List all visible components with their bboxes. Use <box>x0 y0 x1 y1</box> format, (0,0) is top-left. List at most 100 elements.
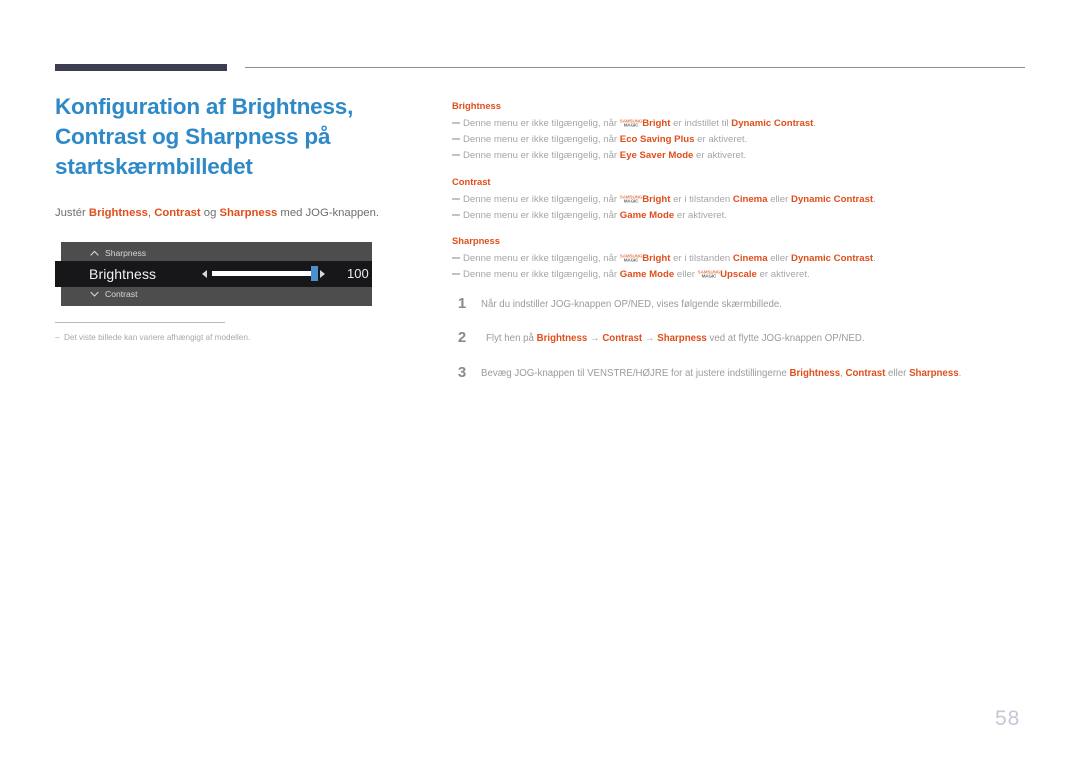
step-1-text: Når du indstiller JOG-knappen OP/NED, vi… <box>481 298 782 312</box>
logo-line-2: MAGIC <box>623 122 639 128</box>
note-sharpness-1: Denne menu er ikke tilgængelig, når SAMS… <box>452 252 1032 265</box>
header-rule-thick <box>55 64 227 71</box>
note-term: Cinema <box>732 253 768 265</box>
step-3-number: 3 <box>457 363 467 381</box>
page-number: 58 <box>995 707 1021 730</box>
section-brightness-heading: Brightness <box>452 100 501 111</box>
step-text-part: eller <box>885 367 910 379</box>
note-brightness-1: Denne menu er ikke tilgængelig, når SAMS… <box>452 117 1032 130</box>
note-term: Eco Saving Plus <box>619 134 695 146</box>
footnote-dash: ‒ <box>55 333 60 342</box>
note-text: Denne menu er ikke tilgængelig, når <box>463 150 620 162</box>
step-text-part: → <box>587 333 603 345</box>
samsung-magic-logo-icon: SAMSUNG MAGIC <box>620 119 643 128</box>
osd-row-contrast[interactable]: Contrast <box>55 285 366 304</box>
note-text: er aktiveret. <box>674 209 727 221</box>
osd-selected-label: Brightness <box>89 265 157 282</box>
step-text-part: Når du indstiller JOG-knappen OP/NED, vi… <box>481 298 782 310</box>
step-3: 3 Bevæg JOG-knappen til VENSTRE/HØJRE fo… <box>452 363 1032 381</box>
chevron-up-icon <box>88 250 100 256</box>
note-brightness-2: Denne menu er ikke tilgængelig, når Eco … <box>452 133 1032 146</box>
note-text: Denne menu er ikke tilgængelig, når <box>463 118 620 129</box>
intro-pre: Justér <box>55 206 89 219</box>
step-2-text: Flyt hen på Brightness → Contrast → Shar… <box>486 332 865 346</box>
note-text: Denne menu er ikke tilgængelig, når <box>463 209 620 221</box>
osd-row-brightness-selected[interactable]: Brightness 100 <box>55 260 372 287</box>
footnote-text: Det viste billede kan variere afhængigt … <box>64 333 251 342</box>
step-1: 1 Når du indstiller JOG-knappen OP/NED, … <box>452 294 1032 312</box>
right-column: Brightness Denne menu er ikke tilgængeli… <box>452 100 1032 401</box>
note-sharpness-2: Denne menu er ikke tilgængelig, når Game… <box>452 268 1032 281</box>
logo-line-2: MAGIC <box>701 273 717 279</box>
note-text: er indstillet til <box>670 118 732 129</box>
note-term: Eye Saver Mode <box>619 150 694 162</box>
note-text: er aktiveret. <box>693 150 747 162</box>
step-term: Sharpness <box>909 367 959 379</box>
logo-line-2: MAGIC <box>623 198 639 204</box>
note-contrast-1: Denne menu er ikke tilgængelig, når SAMS… <box>452 193 1032 206</box>
osd-selected-value: 100 <box>347 265 369 281</box>
note-term: Cinema <box>732 193 768 205</box>
slider-knob[interactable] <box>311 266 318 282</box>
section-sharpness: Sharpness Denne menu er ikke tilgængelig… <box>452 235 1032 281</box>
intro-paragraph: Justér Brightness, Contrast og Sharpness… <box>55 206 405 222</box>
section-sharpness-heading: Sharpness <box>452 235 500 247</box>
slider-track[interactable] <box>212 266 318 282</box>
step-1-number: 1 <box>457 294 467 312</box>
note-term: Bright <box>642 118 671 129</box>
note-text: Denne menu er ikke tilgængelig, når <box>463 269 620 281</box>
section-contrast-heading: Contrast <box>452 175 491 187</box>
chevron-down-icon <box>88 291 100 297</box>
note-text: Denne menu er ikke tilgængelig, når <box>463 253 620 265</box>
page-title: Konfiguration af Brightness, Contrast og… <box>55 94 354 179</box>
note-term: Bright <box>642 193 671 205</box>
note-term: Upscale <box>720 269 757 281</box>
step-2-number: 2 <box>457 329 467 347</box>
note-term: Game Mode <box>619 269 675 281</box>
step-text-part: . <box>958 367 962 379</box>
note-text: er i tilstanden <box>670 253 733 265</box>
note-text: er aktiveret. <box>756 269 810 281</box>
intro-term-brightness: Brightness <box>88 206 148 219</box>
note-brightness-3: Denne menu er ikke tilgængelig, når Eye … <box>452 149 1032 162</box>
step-term: Contrast <box>602 333 643 345</box>
note-term: Dynamic Contrast <box>791 193 874 205</box>
note-text: er aktiveret. <box>694 134 748 146</box>
osd-row-sharpness-label: Sharpness <box>105 248 147 259</box>
note-text: . <box>813 118 817 129</box>
intro-term-contrast: Contrast <box>154 206 201 219</box>
note-text: eller <box>674 269 698 281</box>
intro-sep-2: og <box>200 206 220 219</box>
note-text: eller <box>767 253 792 265</box>
note-term: Bright <box>642 253 671 265</box>
section-contrast: Contrast Denne menu er ikke tilgængelig,… <box>452 176 1032 222</box>
section-brightness: Brightness Denne menu er ikke tilgængeli… <box>452 100 1032 163</box>
step-text-part: ved at flytte JOG-knappen OP/NED. <box>706 333 865 345</box>
intro-post: med JOG-knappen. <box>277 206 379 219</box>
numbered-steps: 1 Når du indstiller JOG-knappen OP/NED, … <box>452 294 1032 381</box>
step-term: Sharpness <box>657 333 707 345</box>
arrow-right-icon[interactable] <box>320 269 325 278</box>
intro-term-sharpness: Sharpness <box>219 206 278 219</box>
step-text-part: → <box>642 333 658 345</box>
samsung-magic-logo-icon: SAMSUNG MAGIC <box>620 194 643 204</box>
note-text: Denne menu er ikke tilgængelig, når <box>463 134 620 146</box>
left-column: Konfiguration af Brightness, Contrast og… <box>55 92 405 306</box>
step-term: Brightness <box>536 333 588 345</box>
note-text: eller <box>767 193 792 205</box>
osd-widget: Sharpness Brightness 100 Contrast <box>55 241 372 306</box>
note-text: er i tilstanden <box>670 193 733 205</box>
osd-row-contrast-label: Contrast <box>105 289 138 300</box>
note-text: . <box>873 253 876 265</box>
samsung-magic-logo-icon: SAMSUNG MAGIC <box>620 254 643 263</box>
header-rule-thin <box>245 67 1025 68</box>
arrow-left-icon[interactable] <box>202 269 207 278</box>
brightness-slider[interactable] <box>202 266 325 282</box>
footnote: ‒ Det viste billede kan variere afhængigt… <box>55 333 250 342</box>
note-text: . <box>873 193 876 205</box>
note-text: Denne menu er ikke tilgængelig, når <box>463 193 620 205</box>
samsung-magic-logo-icon: SAMSUNG MAGIC <box>698 270 721 279</box>
note-term: Dynamic Contrast <box>731 118 814 129</box>
footnote-divider <box>55 322 225 323</box>
step-term: Contrast <box>845 367 886 379</box>
